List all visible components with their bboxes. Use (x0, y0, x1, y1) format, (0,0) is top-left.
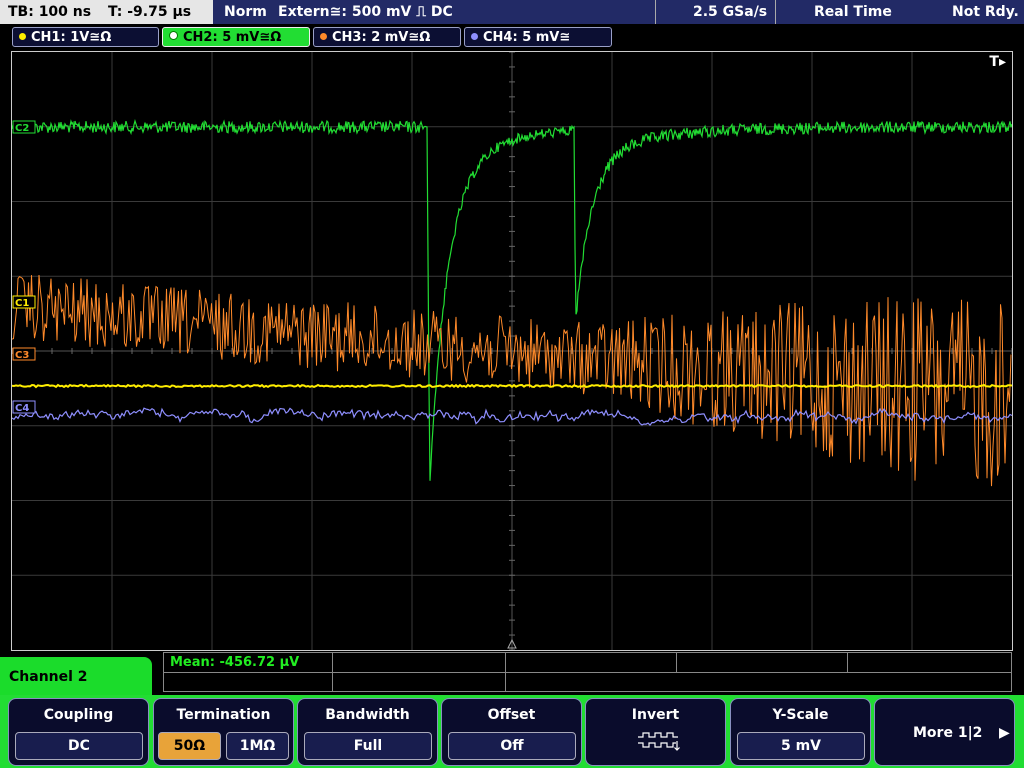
measurement-bar: Mean: -456.72 µV (163, 652, 1012, 692)
status-bar: TB: 100 ns T: -9.75 µs Norm Extern≅: 500… (0, 0, 1024, 24)
divider (847, 653, 848, 672)
yscale-title: Y-Scale (772, 707, 829, 723)
trigger-position: T: -9.75 µs (107, 4, 192, 20)
termination-title: Termination (176, 707, 271, 723)
offset-softkey[interactable]: Offset Off (441, 698, 582, 766)
more-label: More 1|2 (913, 725, 983, 741)
channel-offset-label: C1 (15, 298, 29, 309)
coupling-value[interactable]: DC (15, 732, 143, 760)
divider (332, 653, 333, 691)
arrow-right-icon: ▶ (999, 725, 1010, 741)
softkey-bar: Coupling DC Termination 50Ω 1MΩ Bandwidt… (0, 695, 1024, 768)
termination-softkey[interactable]: Termination 50Ω 1MΩ (153, 698, 294, 766)
offset-title: Offset (487, 707, 536, 723)
coupling-softkey[interactable]: Coupling DC (8, 698, 149, 766)
run-status[interactable]: Not Rdy. (952, 0, 1019, 24)
yscale-softkey[interactable]: Y-Scale 5 mV (730, 698, 871, 766)
timebase-box[interactable]: TB: 100 ns T: -9.75 µs (0, 0, 213, 24)
termination-1mohm-button[interactable]: 1MΩ (226, 732, 289, 760)
ch4-color-icon (471, 33, 478, 40)
divider (775, 0, 776, 24)
sample-rate: 2.5 GSa/s (693, 4, 768, 20)
invert-pulse-icon (638, 732, 680, 751)
ch4-label: CH4: 5 mV≅ (483, 30, 571, 45)
channel-offset-label: C4 (15, 403, 29, 414)
ch3-color-icon (320, 33, 327, 40)
tab-ch3[interactable]: CH3: 2 mV≅Ω (313, 27, 461, 47)
more-softkey[interactable]: More 1|2 ▶ (874, 698, 1015, 766)
measurement-mean: Mean: -456.72 µV (170, 655, 300, 670)
channel-offset-label: C2 (15, 123, 29, 134)
invert-title: Invert (631, 707, 680, 723)
channel-offset-label: C3 (15, 350, 29, 361)
tab-ch1[interactable]: CH1: 1V≅Ω (12, 27, 159, 47)
ch1-color-icon (19, 33, 26, 40)
divider (505, 653, 506, 691)
tab-ch2[interactable]: CH2: 5 mV≅Ω (162, 27, 310, 47)
timebase-value: TB: 100 ns (8, 4, 92, 20)
bandwidth-softkey[interactable]: Bandwidth Full (297, 698, 438, 766)
divider (655, 0, 656, 24)
bandwidth-value[interactable]: Full (304, 732, 432, 760)
tab-ch4[interactable]: CH4: 5 mV≅ (464, 27, 612, 47)
trigger-mode[interactable]: Norm (224, 0, 267, 24)
divider (164, 672, 1011, 673)
offset-value[interactable]: Off (448, 732, 576, 760)
trigger-marker: T▸ (989, 54, 1006, 70)
channel-tabs: CH1: 1V≅Ω CH2: 5 mV≅Ω CH3: 2 mV≅Ω CH4: 5… (0, 25, 1024, 49)
invert-softkey[interactable]: Invert (585, 698, 726, 766)
divider (676, 653, 677, 672)
ch2-label: CH2: 5 mV≅Ω (183, 30, 282, 45)
coupling-title: Coupling (43, 707, 114, 723)
ch3-label: CH3: 2 mV≅Ω (332, 30, 431, 45)
waveform-svg: C2 C1 C3 C4 (12, 52, 1012, 650)
acquisition-mode[interactable]: Real Time (814, 0, 892, 24)
yscale-value[interactable]: 5 mV (737, 732, 865, 760)
trigger-source[interactable]: Extern≅: 500 mV ⎍ DC (278, 0, 453, 24)
menu-title: Channel 2 (0, 657, 152, 697)
termination-50ohm-button[interactable]: 50Ω (158, 732, 221, 760)
ch2-color-icon (169, 31, 178, 40)
ch1-label: CH1: 1V≅Ω (31, 30, 112, 45)
bandwidth-title: Bandwidth (325, 707, 410, 723)
waveform-display[interactable]: C2 C1 C3 C4 T▸ (11, 51, 1013, 651)
